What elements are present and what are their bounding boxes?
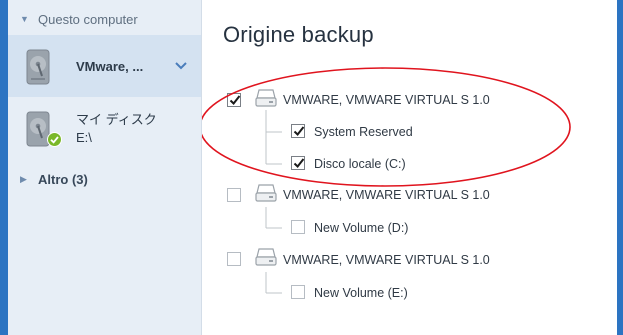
checkmark-icon — [293, 126, 305, 136]
disk-icon — [255, 89, 277, 107]
disk-icon — [255, 184, 277, 202]
page-title: Origine backup — [223, 22, 374, 47]
partition-label: System Reserved — [314, 125, 413, 139]
partition-label: Disco locale (C:) — [314, 157, 406, 171]
source-item-mydisk[interactable]: マイ ディスク E:\ — [8, 101, 201, 159]
disk-checkbox[interactable] — [227, 188, 241, 202]
disk-label: VMWARE, VMWARE VIRTUAL S 1.0 — [283, 188, 490, 202]
partition-label: New Volume (D:) — [314, 221, 409, 235]
partition-checkbox[interactable] — [291, 124, 305, 138]
source-name-line1: マイ ディスク — [76, 112, 157, 127]
window-left-border — [0, 0, 8, 335]
sidebar: ▼ Questo computer VMware, ... マイ ディスク E:… — [8, 0, 202, 335]
partition-label: New Volume (E:) — [314, 286, 408, 300]
partition-checkbox[interactable] — [291, 285, 305, 299]
source-item-vmware[interactable]: VMware, ... — [8, 35, 201, 97]
source-name: VMware, ... — [76, 59, 144, 74]
disk-label: VMWARE, VMWARE VIRTUAL S 1.0 — [283, 93, 490, 107]
check-badge-icon — [47, 132, 62, 147]
highlight-ellipse — [202, 67, 571, 187]
backup-window: ▼ Questo computer VMware, ... マイ ディスク E:… — [0, 0, 623, 335]
collapse-arrow-icon: ▶ — [20, 173, 27, 184]
chevron-down-icon[interactable] — [174, 61, 188, 71]
expand-arrow-icon: ▼ — [20, 14, 29, 24]
partition-checkbox[interactable] — [291, 156, 305, 170]
disk-icon — [255, 248, 277, 266]
disk-label: VMWARE, VMWARE VIRTUAL S 1.0 — [283, 253, 490, 267]
hard-drive-icon — [26, 49, 50, 85]
disk-checkbox[interactable] — [227, 252, 241, 266]
tree-connectors — [265, 110, 282, 294]
source-name-line2: E:\ — [76, 130, 92, 145]
checkmark-icon — [293, 158, 305, 168]
group-altro[interactable]: ▶ Altro (3) — [8, 166, 88, 192]
group-label: Altro (3) — [38, 171, 88, 187]
backup-source-panel: Origine backup VMWARE, VMWARE VIRTUAL S … — [202, 0, 617, 335]
disk-checkbox[interactable] — [227, 93, 241, 107]
checkmark-icon — [229, 95, 241, 105]
group-label: Questo computer — [38, 11, 138, 27]
window-right-border — [617, 0, 623, 335]
source-name: マイ ディスク E:\ — [76, 111, 157, 147]
group-questo-computer[interactable]: ▼ Questo computer — [8, 6, 138, 32]
partition-checkbox[interactable] — [291, 220, 305, 234]
